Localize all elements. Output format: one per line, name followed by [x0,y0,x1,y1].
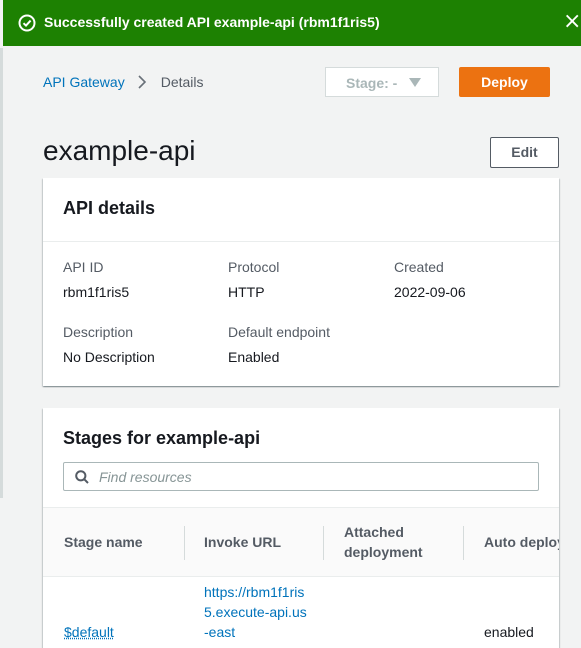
column-header-attached-deployment[interactable]: Attached deployment [344,522,439,562]
stage-select[interactable]: Stage: - [325,67,439,97]
edit-button[interactable]: Edit [490,137,559,168]
breadcrumb-current: Details [161,74,204,90]
search-placeholder: Find resources [99,469,192,485]
stages-panel: Stages for example-api Find resources St… [43,408,559,648]
check-circle-icon [18,14,36,32]
api-details-title: API details [63,198,155,219]
deploy-button[interactable]: Deploy [459,67,550,97]
description-value: No Description [63,349,155,365]
column-header-auto-deploy[interactable]: Auto deploy [484,532,559,552]
api-id-value: rbm1f1ris5 [63,284,129,300]
column-separator[interactable] [184,526,185,560]
api-id-label: API ID [63,259,103,275]
protocol-label: Protocol [228,259,279,275]
breadcrumb: API Gateway Details [43,74,204,90]
page-left-edge [0,48,3,498]
created-label: Created [394,259,444,275]
column-header-stage-name[interactable]: Stage name [64,532,143,552]
page-title: example-api [43,135,196,167]
breadcrumb-api-gateway[interactable]: API Gateway [43,74,125,90]
auto-deploy-value: enabled [484,622,534,642]
stage-select-value: Stage: - [346,75,397,91]
description-label: Description [63,324,133,340]
table-header: Stage name Invoke URL Attached deploymen… [43,507,559,577]
column-separator[interactable] [323,526,324,560]
api-details-panel: API details API ID rbm1f1ris5 Protocol H… [43,178,559,386]
search-icon [75,470,89,484]
stages-title: Stages for example-api [63,428,260,449]
success-flashbar: Successfully created API example-api (rb… [3,0,581,46]
stage-name-link[interactable]: $default [64,622,114,642]
column-header-invoke-url[interactable]: Invoke URL [204,532,281,552]
column-separator[interactable] [463,526,464,560]
search-input[interactable]: Find resources [63,462,539,491]
default-endpoint-value: Enabled [228,349,279,365]
invoke-url-link[interactable]: https://rbm1f1ris5.execute-api.us-east [204,582,308,642]
close-icon[interactable]: × [563,11,581,33]
protocol-value: HTTP [228,284,265,300]
default-endpoint-label: Default endpoint [228,324,330,340]
chevron-right-icon [135,74,149,90]
panel-divider [43,241,559,242]
created-value: 2022-09-06 [394,284,466,300]
caret-down-icon [409,78,421,88]
flash-message: Successfully created API example-api (rb… [44,14,380,30]
